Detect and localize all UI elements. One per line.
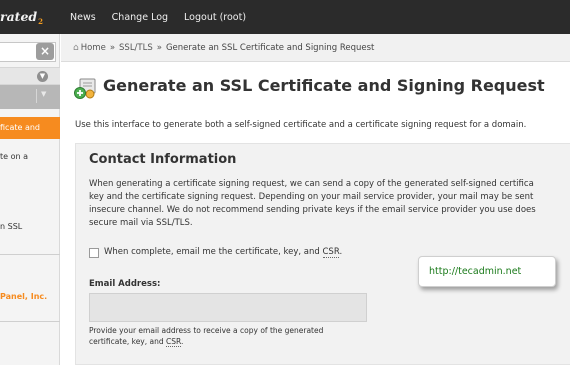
brand-logo[interactable]: rated2 <box>0 9 43 26</box>
sidebar: × ▼ ▼ ficate and te on a n SSL Panel, In… <box>0 34 60 365</box>
sidebar-toggle-row: ▼ <box>0 67 60 85</box>
divider <box>0 254 60 255</box>
chevron-down-icon[interactable]: ▼ <box>41 90 46 98</box>
contact-description: When generating a certificate signing re… <box>89 178 570 230</box>
contact-text-line: insecure channel. We do not recommend se… <box>89 205 536 215</box>
breadcrumb-separator: » <box>156 42 162 53</box>
sidebar-footer-link[interactable]: Panel, Inc. <box>0 292 60 301</box>
email-help-text: Provide your email address to receive a … <box>89 326 324 347</box>
csr-abbr: CSR <box>166 337 181 347</box>
breadcrumb-ssl-tls[interactable]: SSL/TLS <box>119 43 153 53</box>
breadcrumb: ⌂ Home » SSL/TLS » Generate an SSL Certi… <box>61 34 570 62</box>
watermark-callout: http://tecadmin.net <box>418 256 556 287</box>
sidebar-filter-bar[interactable]: ▼ <box>0 85 60 109</box>
nav-logout-link[interactable]: Logout (root) <box>184 12 246 23</box>
top-nav: News Change Log Logout (root) <box>70 0 262 34</box>
sidebar-item-install-ssl[interactable]: te on a <box>0 151 60 163</box>
page-title: Generate an SSL Certificate and Signing … <box>103 76 545 95</box>
contact-text-line: key and the certificate signing request.… <box>89 192 534 202</box>
email-me-checkbox-label[interactable]: When complete, email me the certificate,… <box>104 247 342 258</box>
top-bar: rated2 News Change Log Logout (root) <box>0 0 570 34</box>
chevron-down-icon[interactable]: ▼ <box>37 71 48 82</box>
divider <box>36 89 37 103</box>
email-me-checkbox[interactable] <box>89 248 99 258</box>
contact-text-line: secure mail via SSL/TLS. <box>89 218 193 228</box>
breadcrumb-home[interactable]: Home <box>81 43 106 53</box>
sidebar-item-generate-ssl[interactable]: ficate and <box>0 117 60 139</box>
home-icon[interactable]: ⌂ <box>73 43 79 53</box>
contact-text-line: When generating a certificate signing re… <box>89 179 534 189</box>
contact-title: Contact Information <box>89 152 237 167</box>
breadcrumb-separator: » <box>109 42 116 53</box>
page-description: Use this interface to generate both a se… <box>75 120 527 130</box>
watermark-url: http://tecadmin.net <box>429 266 522 277</box>
nav-changelog-link[interactable]: Change Log <box>112 12 168 23</box>
certificate-icon <box>74 78 96 99</box>
sidebar-item-ssl[interactable]: n SSL <box>0 221 60 233</box>
breadcrumb-current: Generate an SSL Certificate and Signing … <box>165 42 375 53</box>
email-address-input[interactable] <box>89 293 367 322</box>
nav-news-link[interactable]: News <box>70 12 96 23</box>
clear-icon[interactable]: × <box>36 43 54 60</box>
divider <box>0 321 60 322</box>
csr-abbr: CSR <box>322 247 340 258</box>
email-address-label: Email Address: <box>89 279 161 289</box>
